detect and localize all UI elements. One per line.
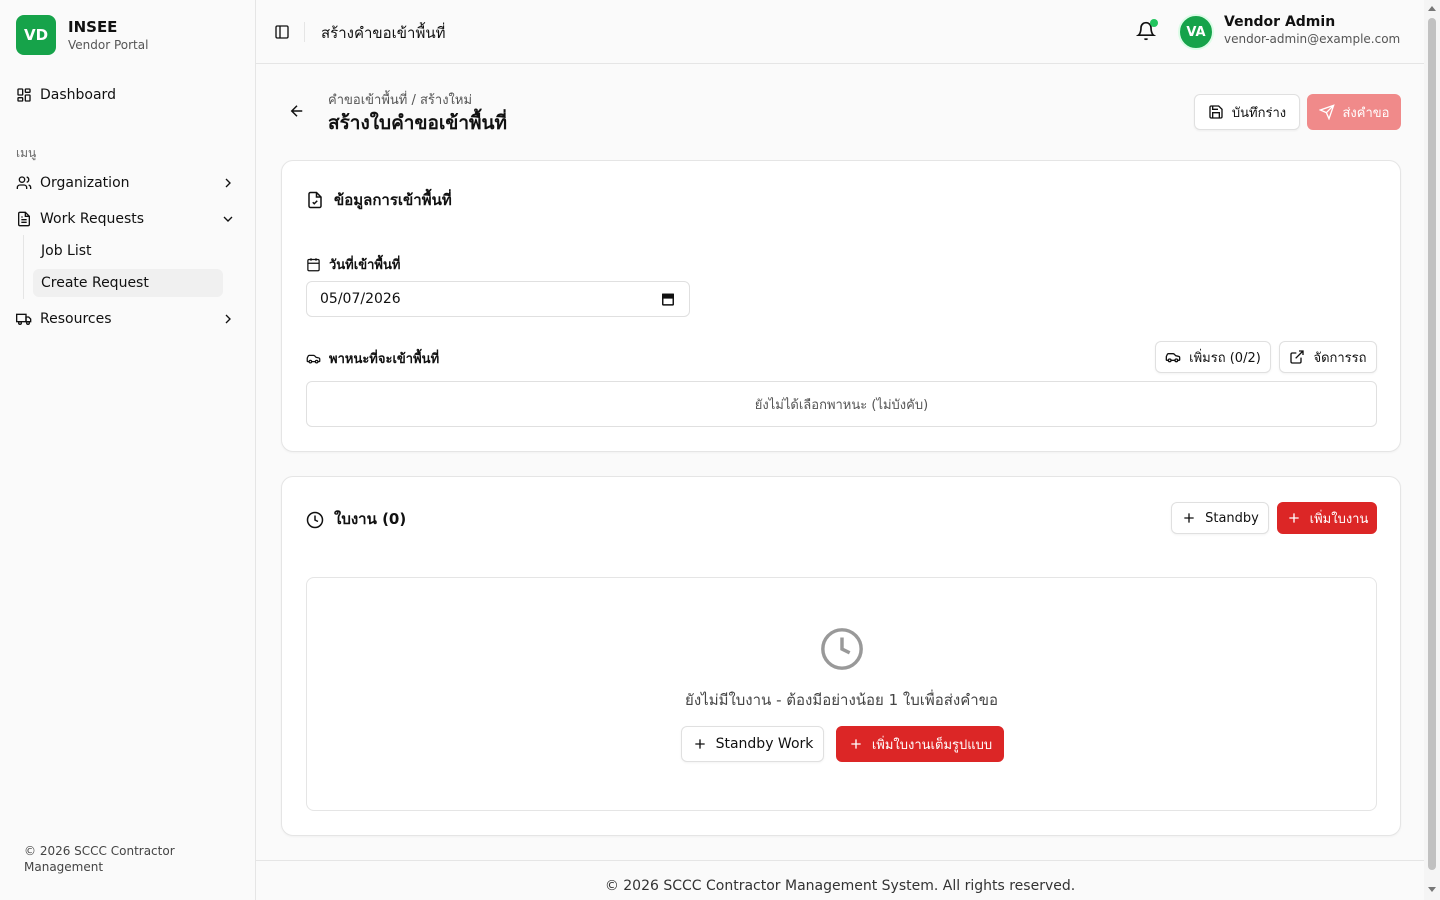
plus-icon — [692, 736, 708, 752]
dashboard-icon — [16, 87, 32, 103]
header-title: สร้างคำขอเข้าพื้นที่ — [321, 24, 446, 42]
save-draft-label: บันทึกร่าง — [1231, 105, 1287, 121]
vehicle-label: พาหนะที่จะเข้าพื้นที่ — [306, 348, 439, 369]
add-work-label: เพิ่มใบงาน — [1309, 511, 1369, 527]
date-label: วันที่เข้าพื้นที่ — [306, 254, 400, 275]
plus-icon — [1181, 510, 1197, 526]
sidebar-item-resources[interactable]: Resources — [8, 303, 248, 335]
send-icon — [1318, 104, 1335, 120]
add-vehicle-label: เพิ่มรถ (0/2) — [1189, 350, 1261, 366]
card-title: ใบงาน (0) — [306, 507, 406, 531]
sidebar-item-label: Dashboard — [40, 87, 116, 103]
standby-button[interactable]: Standby — [1171, 502, 1269, 534]
calendar-icon — [306, 257, 321, 272]
sidebar: VD INSEE Vendor Portal Dashboard เมนู Or… — [0, 0, 256, 900]
clock-icon — [306, 510, 324, 529]
page-title: สร้างใบคำขอเข้าพื้นที่ — [328, 112, 508, 134]
card-title: ข้อมูลการเข้าพื้นที่ — [306, 188, 452, 212]
scroll-down-arrow[interactable] — [1428, 887, 1436, 892]
add-full-work-order-button[interactable]: เพิ่มใบงานเต็มรูปแบบ — [836, 726, 1004, 762]
file-text-icon — [16, 211, 32, 227]
scroll-up-arrow[interactable] — [1428, 6, 1436, 11]
panel-left-icon — [274, 24, 290, 40]
brand-subtitle: Vendor Portal — [68, 38, 149, 52]
sidebar-footer: © 2026 SCCC Contractor Management — [24, 844, 175, 874]
top-header: สร้างคำขอเข้าพื้นที่ VA Vendor Admin ven… — [256, 0, 1424, 64]
calendar-picker-icon[interactable] — [661, 292, 675, 306]
standby-work-label: Standby Work — [715, 736, 814, 752]
empty-state-text: ยังไม่มีใบงาน - ต้องมีอย่างน้อย 1 ใบเพื่… — [685, 691, 998, 709]
sidebar-item-label: Work Requests — [40, 211, 145, 227]
notification-dot — [1150, 19, 1158, 27]
arrow-left-icon — [288, 102, 308, 120]
brand-logo: VD — [16, 15, 56, 55]
submit-label: ส่งคำขอ — [1342, 105, 1390, 121]
sidebar-subitem-create-request[interactable]: Create Request — [33, 269, 223, 297]
file-check-icon — [306, 191, 324, 209]
work-orders-empty-state: ยังไม่มีใบงาน - ต้องมีอย่างน้อย 1 ใบเพื่… — [306, 577, 1377, 811]
subnav-line — [23, 235, 24, 299]
sidebar-item-label: Resources — [40, 311, 112, 327]
avatar[interactable]: VA — [1178, 14, 1214, 50]
sidebar-section-label: เมนู — [16, 146, 37, 160]
sidebar-subitem-job-list[interactable]: Job List — [33, 237, 223, 265]
entry-info-card: ข้อมูลการเข้าพื้นที่ วันที่เข้าพื้นที่ 0… — [281, 160, 1401, 452]
chevron-right-icon — [220, 175, 236, 191]
chevron-right-icon — [220, 311, 236, 327]
add-work-order-button[interactable]: เพิ่มใบงาน — [1277, 502, 1377, 534]
date-label-text: วันที่เข้าพื้นที่ — [329, 258, 401, 273]
entry-date-value: 05/07/2026 — [320, 291, 401, 307]
chevron-down-icon — [220, 211, 236, 227]
sidebar-item-work-requests[interactable]: Work Requests — [8, 203, 248, 235]
vehicle-empty-state: ยังไม่ได้เลือกพาหนะ (ไม่บังคับ) — [306, 381, 1377, 427]
plus-icon — [1286, 510, 1302, 526]
brand[interactable]: VD INSEE Vendor Portal — [16, 15, 148, 55]
vehicle-label-text: พาหนะที่จะเข้าพื้นที่ — [329, 352, 440, 367]
save-draft-button[interactable]: บันทึกร่าง — [1194, 94, 1300, 130]
car-icon — [306, 351, 321, 366]
manage-vehicle-label: จัดการรถ — [1313, 350, 1367, 366]
scroll-thumb[interactable] — [1428, 18, 1436, 870]
add-vehicle-button[interactable]: เพิ่มรถ (0/2) — [1155, 341, 1271, 373]
user-email: vendor-admin@example.com — [1224, 32, 1401, 46]
header-divider — [304, 22, 305, 42]
work-orders-card: ใบงาน (0) Standby เพิ่มใบงาน ยังไม่มีใบง… — [281, 476, 1401, 836]
standby-work-button[interactable]: Standby Work — [681, 726, 824, 762]
external-link-icon — [1289, 349, 1305, 365]
back-button[interactable] — [288, 102, 308, 122]
sidebar-item-organization[interactable]: Organization — [8, 167, 248, 199]
page-scrollbar[interactable] — [1424, 0, 1440, 900]
car-icon — [1165, 349, 1181, 365]
clock-icon — [819, 626, 865, 672]
add-full-work-label: เพิ่มใบงานเต็มรูปแบบ — [871, 737, 993, 753]
sidebar-item-label: Organization — [40, 175, 130, 191]
brand-name: INSEE — [68, 18, 118, 36]
plus-icon — [848, 736, 864, 752]
sidebar-toggle-button[interactable] — [272, 22, 292, 42]
user-name: Vendor Admin — [1224, 14, 1336, 30]
truck-icon — [16, 311, 32, 327]
entry-date-input[interactable]: 05/07/2026 — [306, 281, 690, 317]
sidebar-item-dashboard[interactable]: Dashboard — [8, 79, 248, 111]
standby-label: Standby — [1205, 510, 1259, 526]
page-footer: © 2026 SCCC Contractor Management System… — [256, 860, 1424, 900]
card-title-text: ใบงาน (0) — [334, 510, 407, 528]
card-title-text: ข้อมูลการเข้าพื้นที่ — [334, 191, 452, 209]
save-icon — [1208, 104, 1224, 120]
breadcrumb: คำขอเข้าพื้นที่ / สร้างใหม่ — [328, 93, 473, 108]
submit-request-button[interactable]: ส่งคำขอ — [1307, 94, 1401, 130]
users-icon — [16, 175, 32, 191]
manage-vehicle-button[interactable]: จัดการรถ — [1279, 341, 1377, 373]
